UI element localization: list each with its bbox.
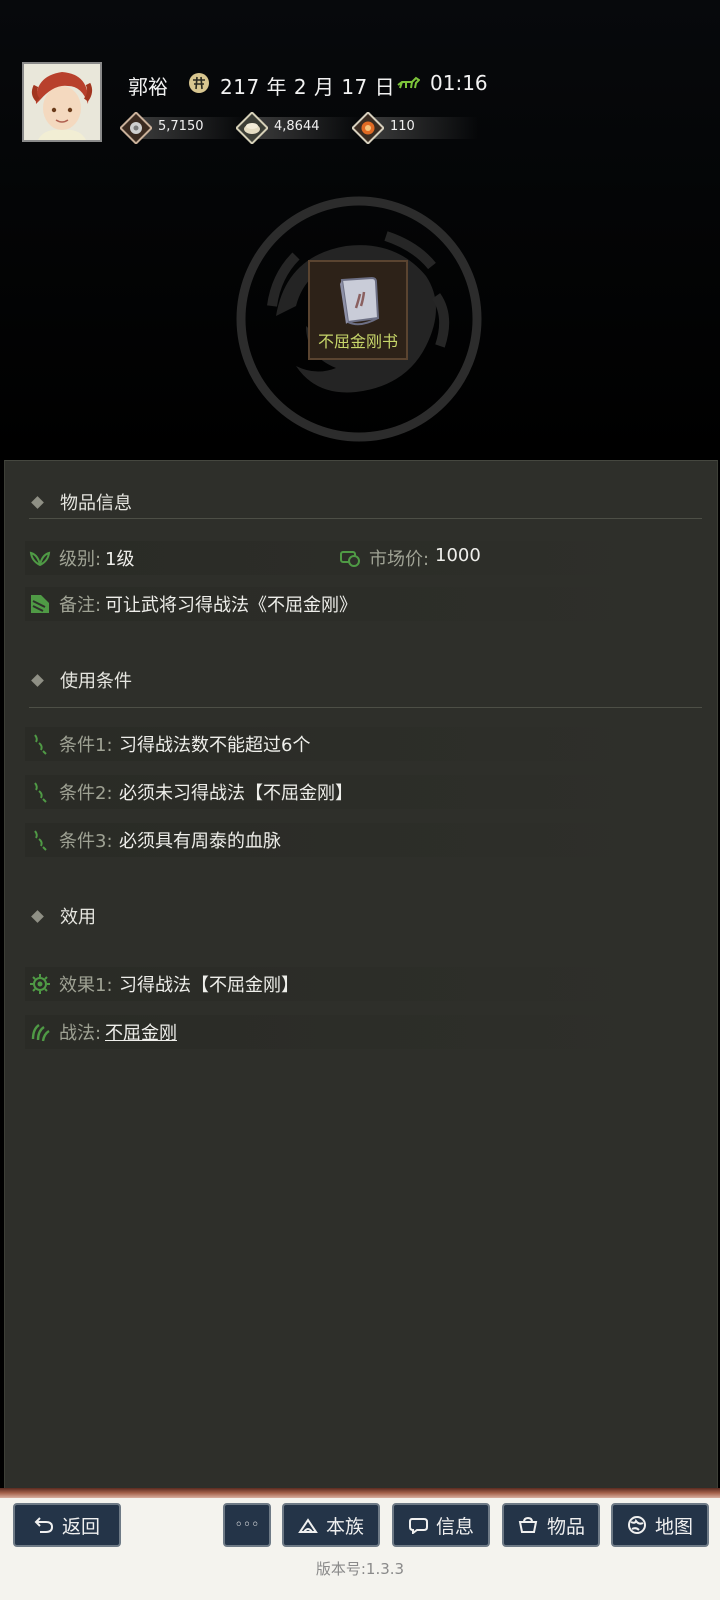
bag-icon xyxy=(518,1516,538,1533)
items-button[interactable]: 物品 xyxy=(502,1503,600,1547)
tactic-row: 战法: 不屈金刚 xyxy=(29,1017,669,1047)
condition-row: 条件2: 必须未习得战法【不屈金刚】 xyxy=(29,777,669,807)
condition-row: 条件3: 必须具有周泰的血脉 xyxy=(29,825,669,855)
note-value: 可让武将习得战法《不屈金刚》 xyxy=(105,595,357,616)
info-label: 信息 xyxy=(435,1515,474,1538)
level-row: 级别: 1级 xyxy=(29,543,349,573)
note-row: 备注: 可让武将习得战法《不屈金刚》 xyxy=(29,589,669,619)
resource-grain[interactable]: 4,8644 xyxy=(236,112,362,144)
condition-row: 条件1: 习得战法数不能超过6个 xyxy=(29,729,669,759)
leaf-icon xyxy=(29,551,51,567)
section-conditions-header: 使用条件 xyxy=(31,667,132,693)
item-name: 不屈金刚书 xyxy=(317,332,398,351)
version-text: 版本号:1.3.3 xyxy=(315,1560,405,1578)
section-conditions-title: 使用条件 xyxy=(60,671,132,692)
resource-silver[interactable]: 5,7150 xyxy=(120,112,246,144)
more-label: ◦◦◦ xyxy=(234,1517,260,1533)
note-label: 备注: xyxy=(59,595,102,616)
book-icon xyxy=(340,276,380,326)
game-date: 217 年 2 月 17 日 xyxy=(220,75,396,99)
item-detail-panel: 物品信息 级别: 1级 市场价: 1000 备注: 可让武将习得战法《不屈金刚》… xyxy=(4,460,718,1491)
divider xyxy=(29,518,702,519)
condition-label: 条件2: xyxy=(59,783,113,804)
gear-icon xyxy=(30,974,50,994)
section-item-info-title: 物品信息 xyxy=(60,493,132,514)
money-icon xyxy=(340,551,360,567)
level-value: 1级 xyxy=(105,549,135,570)
condition-text: 习得战法数不能超过6个 xyxy=(119,735,311,756)
map-button[interactable]: 地图 xyxy=(611,1503,709,1547)
section-effects-header: 效用 xyxy=(31,903,96,929)
game-time: 01:16 xyxy=(430,71,488,95)
sprout-icon xyxy=(34,734,47,755)
tactic-label: 战法: xyxy=(59,1023,102,1044)
clan-button[interactable]: 本族 xyxy=(282,1503,380,1547)
resource-silver-value: 5,7150 xyxy=(158,119,204,134)
condition-label: 条件3: xyxy=(59,831,113,852)
silver-coin-icon xyxy=(120,112,152,144)
condition-text: 必须未习得战法【不屈金刚】 xyxy=(119,783,353,804)
price-row: 市场价: 1000 xyxy=(339,543,659,573)
back-arrow-icon xyxy=(34,1517,53,1533)
claw-icon xyxy=(31,1024,50,1042)
globe-icon xyxy=(627,1516,646,1534)
back-button[interactable]: 返回 xyxy=(13,1503,121,1547)
chat-bubble-icon xyxy=(408,1518,428,1534)
item-card[interactable]: 不屈金刚书 xyxy=(308,260,408,360)
sprout-icon xyxy=(34,830,47,851)
clan-icon xyxy=(298,1518,318,1533)
section-item-info-header: 物品信息 xyxy=(31,489,132,515)
condition-text: 必须具有周泰的血脉 xyxy=(119,831,281,852)
price-value: 1000 xyxy=(435,545,481,566)
price-label: 市场价: xyxy=(369,549,430,570)
level-label: 级别: xyxy=(59,549,102,570)
resource-grain-value: 4,8644 xyxy=(274,119,320,134)
resource-gold[interactable]: 110 xyxy=(352,112,478,144)
resource-gold-value: 110 xyxy=(390,119,415,134)
effect-text: 习得战法【不屈金刚】 xyxy=(119,975,299,996)
tactic-link[interactable]: 不屈金刚 xyxy=(105,1019,177,1045)
info-button[interactable]: 信息 xyxy=(392,1503,490,1547)
divider xyxy=(29,707,702,708)
more-button[interactable]: ◦◦◦ xyxy=(223,1503,271,1547)
map-label: 地图 xyxy=(654,1515,693,1538)
back-label: 返回 xyxy=(61,1515,100,1538)
effect-label: 效果1: xyxy=(59,975,113,996)
diamond-bullet-icon xyxy=(31,909,44,923)
condition-label: 条件1: xyxy=(59,735,113,756)
items-label: 物品 xyxy=(546,1515,585,1538)
bottom-decor-strip xyxy=(0,1488,720,1498)
calendar-icon xyxy=(189,73,209,93)
horse-icon xyxy=(397,76,420,89)
clan-label: 本族 xyxy=(325,1515,364,1538)
scroll-icon xyxy=(31,595,49,613)
gold-coin-icon xyxy=(352,112,384,144)
diamond-bullet-icon xyxy=(31,495,44,509)
player-name: 郭裕 xyxy=(128,75,168,99)
grain-icon xyxy=(236,112,268,144)
section-effects-title: 效用 xyxy=(60,907,96,928)
effect-row: 效果1: 习得战法【不屈金刚】 xyxy=(29,969,669,999)
player-avatar[interactable] xyxy=(22,62,102,142)
sprout-icon xyxy=(34,782,47,803)
diamond-bullet-icon xyxy=(31,673,44,687)
